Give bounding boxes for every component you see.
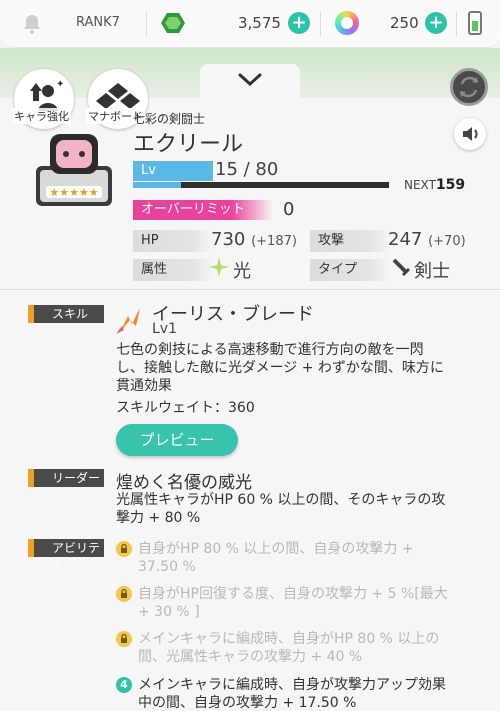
add-orbs-button[interactable]: + bbox=[425, 12, 447, 34]
ability-number-badge: 4 bbox=[116, 677, 132, 693]
ability-line: + 30 % ] bbox=[138, 604, 200, 620]
skill-weight: スキルウェイト：360 bbox=[116, 400, 255, 416]
ability-item-4: メインキャラに編成時、自身が攻撃力アップ効果 中の間、自身の攻撃力 + 17.5… bbox=[138, 676, 483, 711]
level-label: Lv bbox=[133, 161, 213, 181]
skill-level: Lv1 bbox=[152, 321, 177, 337]
gem-count: 3,575 bbox=[238, 14, 281, 32]
leader-desc-line: 光属性キャラがHP 60 % 以上の間、そのキャラの攻 bbox=[116, 492, 446, 508]
leader-desc-line: 撃力 + 80 % bbox=[116, 510, 201, 526]
attack-value: 247 bbox=[388, 229, 423, 250]
chevron-down-icon[interactable] bbox=[236, 70, 264, 90]
next-value: 159 bbox=[435, 177, 466, 193]
lock-icon bbox=[116, 631, 132, 647]
ability-line: メインキャラに編成時、自身が攻撃力アップ効果 bbox=[138, 677, 446, 693]
ability-item-1: 自身がHP 80 % 以上の間、自身の攻撃力 + 37.50 % bbox=[138, 540, 483, 576]
level-value: 15 / 80 bbox=[215, 159, 279, 180]
leader-description: 光属性キャラがHP 60 % 以上の間、そのキャラの攻 撃力 + 80 % bbox=[116, 491, 476, 527]
speaker-icon bbox=[463, 127, 478, 141]
leader-section-label: リーダー bbox=[28, 469, 104, 487]
character-portrait[interactable]: ★★★★★ bbox=[30, 126, 118, 218]
overlimit-label: オーバーリミット bbox=[133, 200, 273, 220]
skill-icon bbox=[114, 304, 146, 336]
divider bbox=[320, 12, 321, 36]
bell-icon[interactable] bbox=[20, 12, 44, 36]
light-element-icon bbox=[208, 256, 230, 278]
skill-desc-line: し、接触した敵に光ダメージ + わずかな間、味方に bbox=[116, 360, 444, 376]
element-value: 光 bbox=[233, 261, 251, 282]
orb-count: 250 bbox=[390, 14, 419, 32]
lock-icon bbox=[116, 541, 132, 557]
add-gems-button[interactable]: + bbox=[288, 12, 310, 34]
svg-text:★★★★★: ★★★★★ bbox=[49, 186, 98, 199]
level-progress-fill bbox=[133, 182, 181, 188]
ability-section-label: アビリティ bbox=[28, 539, 104, 573]
divider bbox=[146, 12, 147, 36]
leader-skill-name: 煌めく名優の威光 bbox=[116, 473, 252, 493]
next-label: NEXT bbox=[404, 178, 436, 192]
type-value: 剣士 bbox=[414, 261, 450, 282]
hp-stat: 730 (+187) bbox=[211, 229, 297, 250]
type-label: タイプ bbox=[310, 259, 390, 281]
voice-button[interactable] bbox=[454, 118, 486, 150]
overlimit-value: 0 bbox=[283, 199, 295, 220]
skill-section-label: スキル bbox=[28, 305, 104, 323]
ability-line: 自身がHP回復する度、自身の攻撃力 + 5 %[最大 bbox=[138, 586, 448, 602]
hp-value: 730 bbox=[211, 229, 246, 250]
rainbow-orb-icon bbox=[335, 11, 359, 35]
sword-icon bbox=[390, 256, 412, 278]
ability-line: 中の間、自身の攻撃力 + 17.50 % bbox=[138, 695, 357, 711]
ability-line: 自身がHP 80 % 以上の間、自身の攻撃力 + bbox=[138, 541, 414, 557]
battery-icon bbox=[468, 11, 482, 35]
attack-bonus: (+70) bbox=[428, 234, 466, 249]
character-name: エクリール bbox=[133, 132, 244, 157]
next-exp: NEXT159 bbox=[404, 177, 465, 193]
hp-bonus: (+187) bbox=[251, 234, 297, 249]
element-label: 属性 bbox=[133, 259, 213, 281]
attack-label: 攻撃 bbox=[310, 230, 390, 252]
skill-desc-line: 七色の剣技による高速移動で進行方向の敵を一閃 bbox=[116, 342, 424, 358]
ability-line: 37.50 % bbox=[138, 559, 196, 575]
swap-icon[interactable] bbox=[450, 68, 488, 106]
divider bbox=[0, 289, 500, 290]
character-title: 七彩の剣闘士 bbox=[133, 112, 206, 126]
hp-label: HP bbox=[133, 230, 213, 252]
skill-description: 七色の剣技による高速移動で進行方向の敵を一閃 し、接触した敵に光ダメージ + わ… bbox=[116, 341, 476, 395]
ability-line: メインキャラに編成時、自身がHP 80 % 以上の bbox=[138, 631, 440, 647]
gem-icon bbox=[160, 10, 186, 36]
svg-text:✦: ✦ bbox=[56, 79, 64, 90]
ability-item-2: 自身がHP回復する度、自身の攻撃力 + 5 %[最大 + 30 % ] bbox=[138, 585, 483, 621]
character-enhance-label: キャラ強化 bbox=[12, 108, 71, 124]
lock-icon bbox=[116, 586, 132, 602]
player-rank: RANK7 bbox=[76, 15, 120, 30]
preview-button[interactable]: プレビュー bbox=[116, 424, 238, 456]
ability-item-3: メインキャラに編成時、自身がHP 80 % 以上の 間、光属性キャラの攻撃力 +… bbox=[138, 630, 483, 666]
divider bbox=[456, 12, 457, 36]
ability-line: 間、光属性キャラの攻撃力 + 40 % bbox=[138, 649, 363, 665]
attack-stat: 247 (+70) bbox=[388, 229, 466, 250]
skill-desc-line: 貫通効果 bbox=[116, 378, 172, 394]
